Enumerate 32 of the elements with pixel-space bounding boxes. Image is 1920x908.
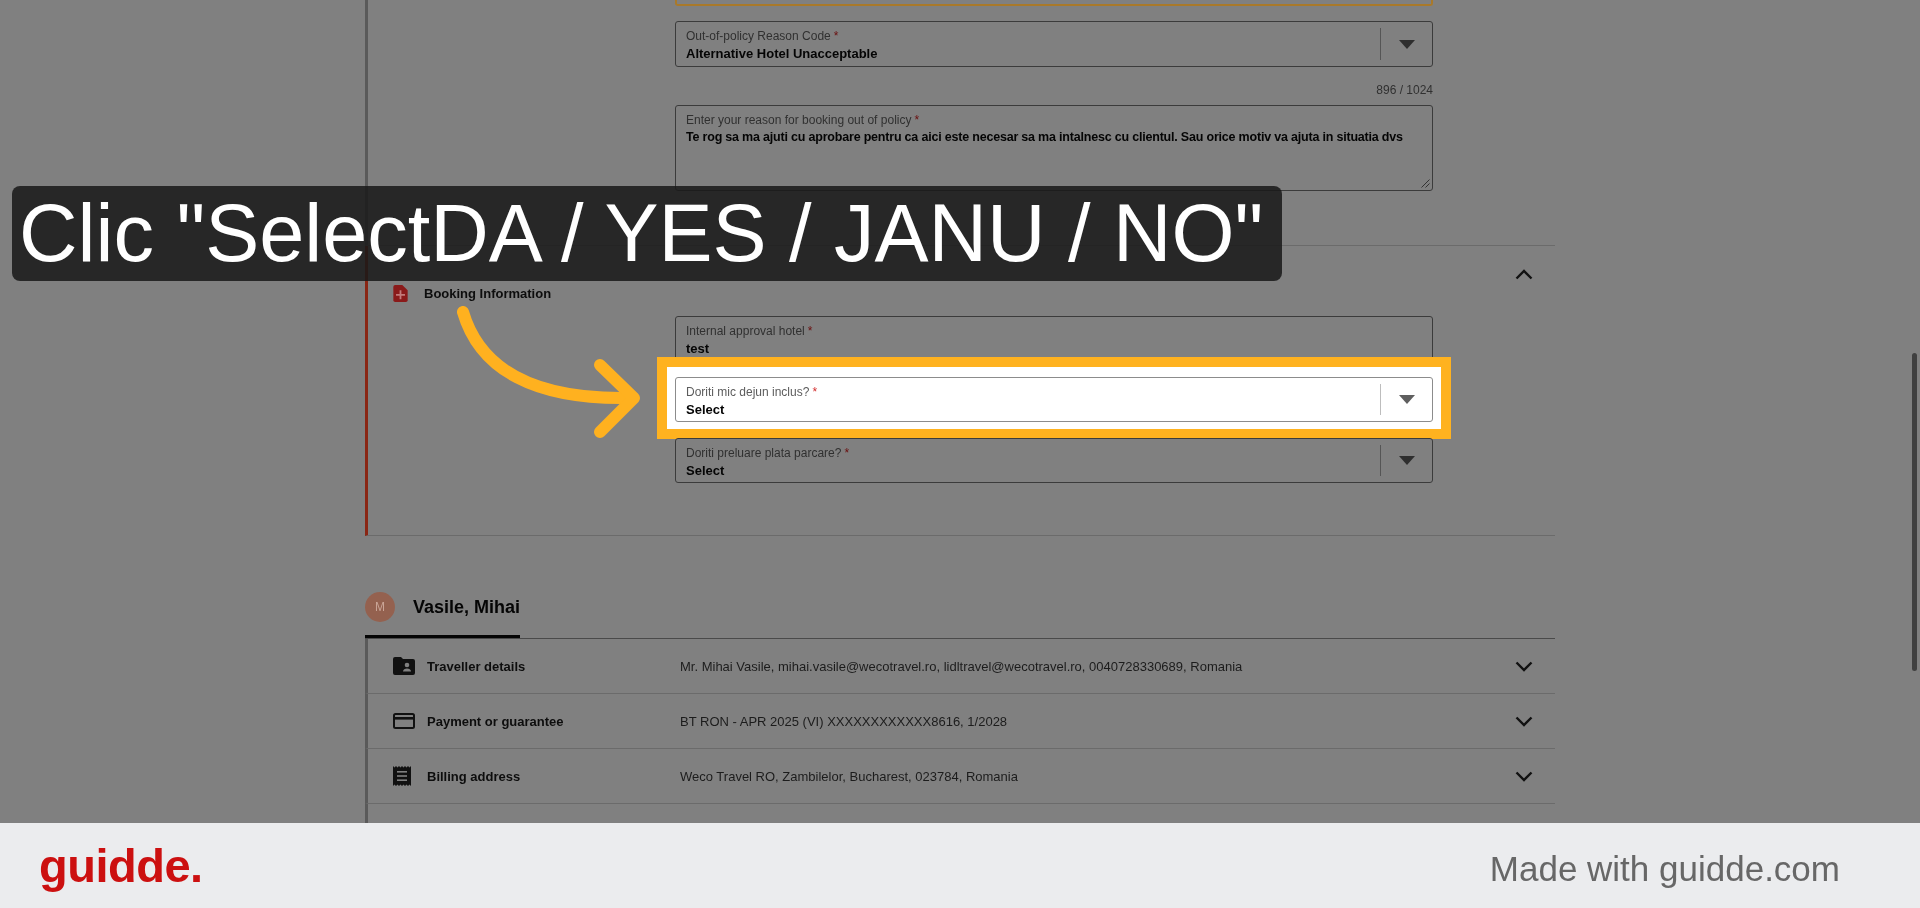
section-title: Booking Information (424, 286, 553, 302)
select-field[interactable]: Out-of-policy Reason Code * Alternative Hotel Unacceptable (675, 21, 1433, 67)
chevron-down-icon[interactable] (1515, 660, 1533, 672)
scrollbar-thumb[interactable] (1912, 353, 1917, 671)
collapsible-row[interactable]: Billing address Weco Travel RO, Zambilelor, Bucharest, 023784, Romania (365, 749, 1555, 804)
credit-text: Made with guidde.com (1489, 847, 1840, 890)
plus-document-icon (393, 285, 408, 302)
collapsible-row[interactable]: Payment or guarantee BT RON - APR 2025 (VI) XXXXXXXXXXXX8616, 1/2028 (365, 694, 1555, 749)
resize-handle-icon[interactable] (1421, 179, 1430, 188)
avatar: M (365, 592, 395, 622)
row-label: Billing address (427, 768, 522, 784)
chevron-down-icon[interactable] (1515, 715, 1533, 727)
receipt-icon (393, 766, 411, 786)
row-label: Payment or guarantee (427, 713, 565, 729)
row-value: Mr. Mihai Vasile, mihai.vasile@wecotravel.ro, lidltravel@wecotravel.ro, 0040728330689, Romania (680, 658, 1244, 674)
logo: guidde. (39, 837, 203, 894)
select-field[interactable]: Doriti mic dejun inclus? * Select (675, 377, 1433, 422)
collapsible-row[interactable]: Traveller details Mr. Mihai Vasile, mihai.vasile@wecotravel.ro, lidltravel@wecotravel.ro, 0040728330689, Romania (365, 639, 1555, 694)
row-value: BT RON - APR 2025 (VI) XXXXXXXXXXXX8616, 1/2028 (680, 713, 1009, 729)
select-field[interactable]: Doriti preluare plata parcare? * Select (675, 438, 1433, 483)
character-counter: 896 / 1024 (1375, 82, 1433, 99)
row-value: Weco Travel RO, Zambilelor, Bucharest, 023784, Romania (680, 768, 1019, 784)
chevron-up-icon[interactable] (1515, 268, 1533, 280)
caret-down-icon (1398, 39, 1415, 49)
traveller-tab[interactable]: M Vasile, Mihai (365, 592, 521, 638)
chevron-down-icon[interactable] (1515, 770, 1533, 782)
folder-person-icon (393, 657, 415, 675)
row-label: Traveller details (427, 658, 527, 674)
caret-down-icon (1398, 395, 1415, 404)
instruction-callout: Clic "SelectDA / YES / JANU / NO" (12, 186, 1282, 281)
credit-card-icon (393, 713, 415, 729)
caret-down-icon (1398, 456, 1415, 465)
